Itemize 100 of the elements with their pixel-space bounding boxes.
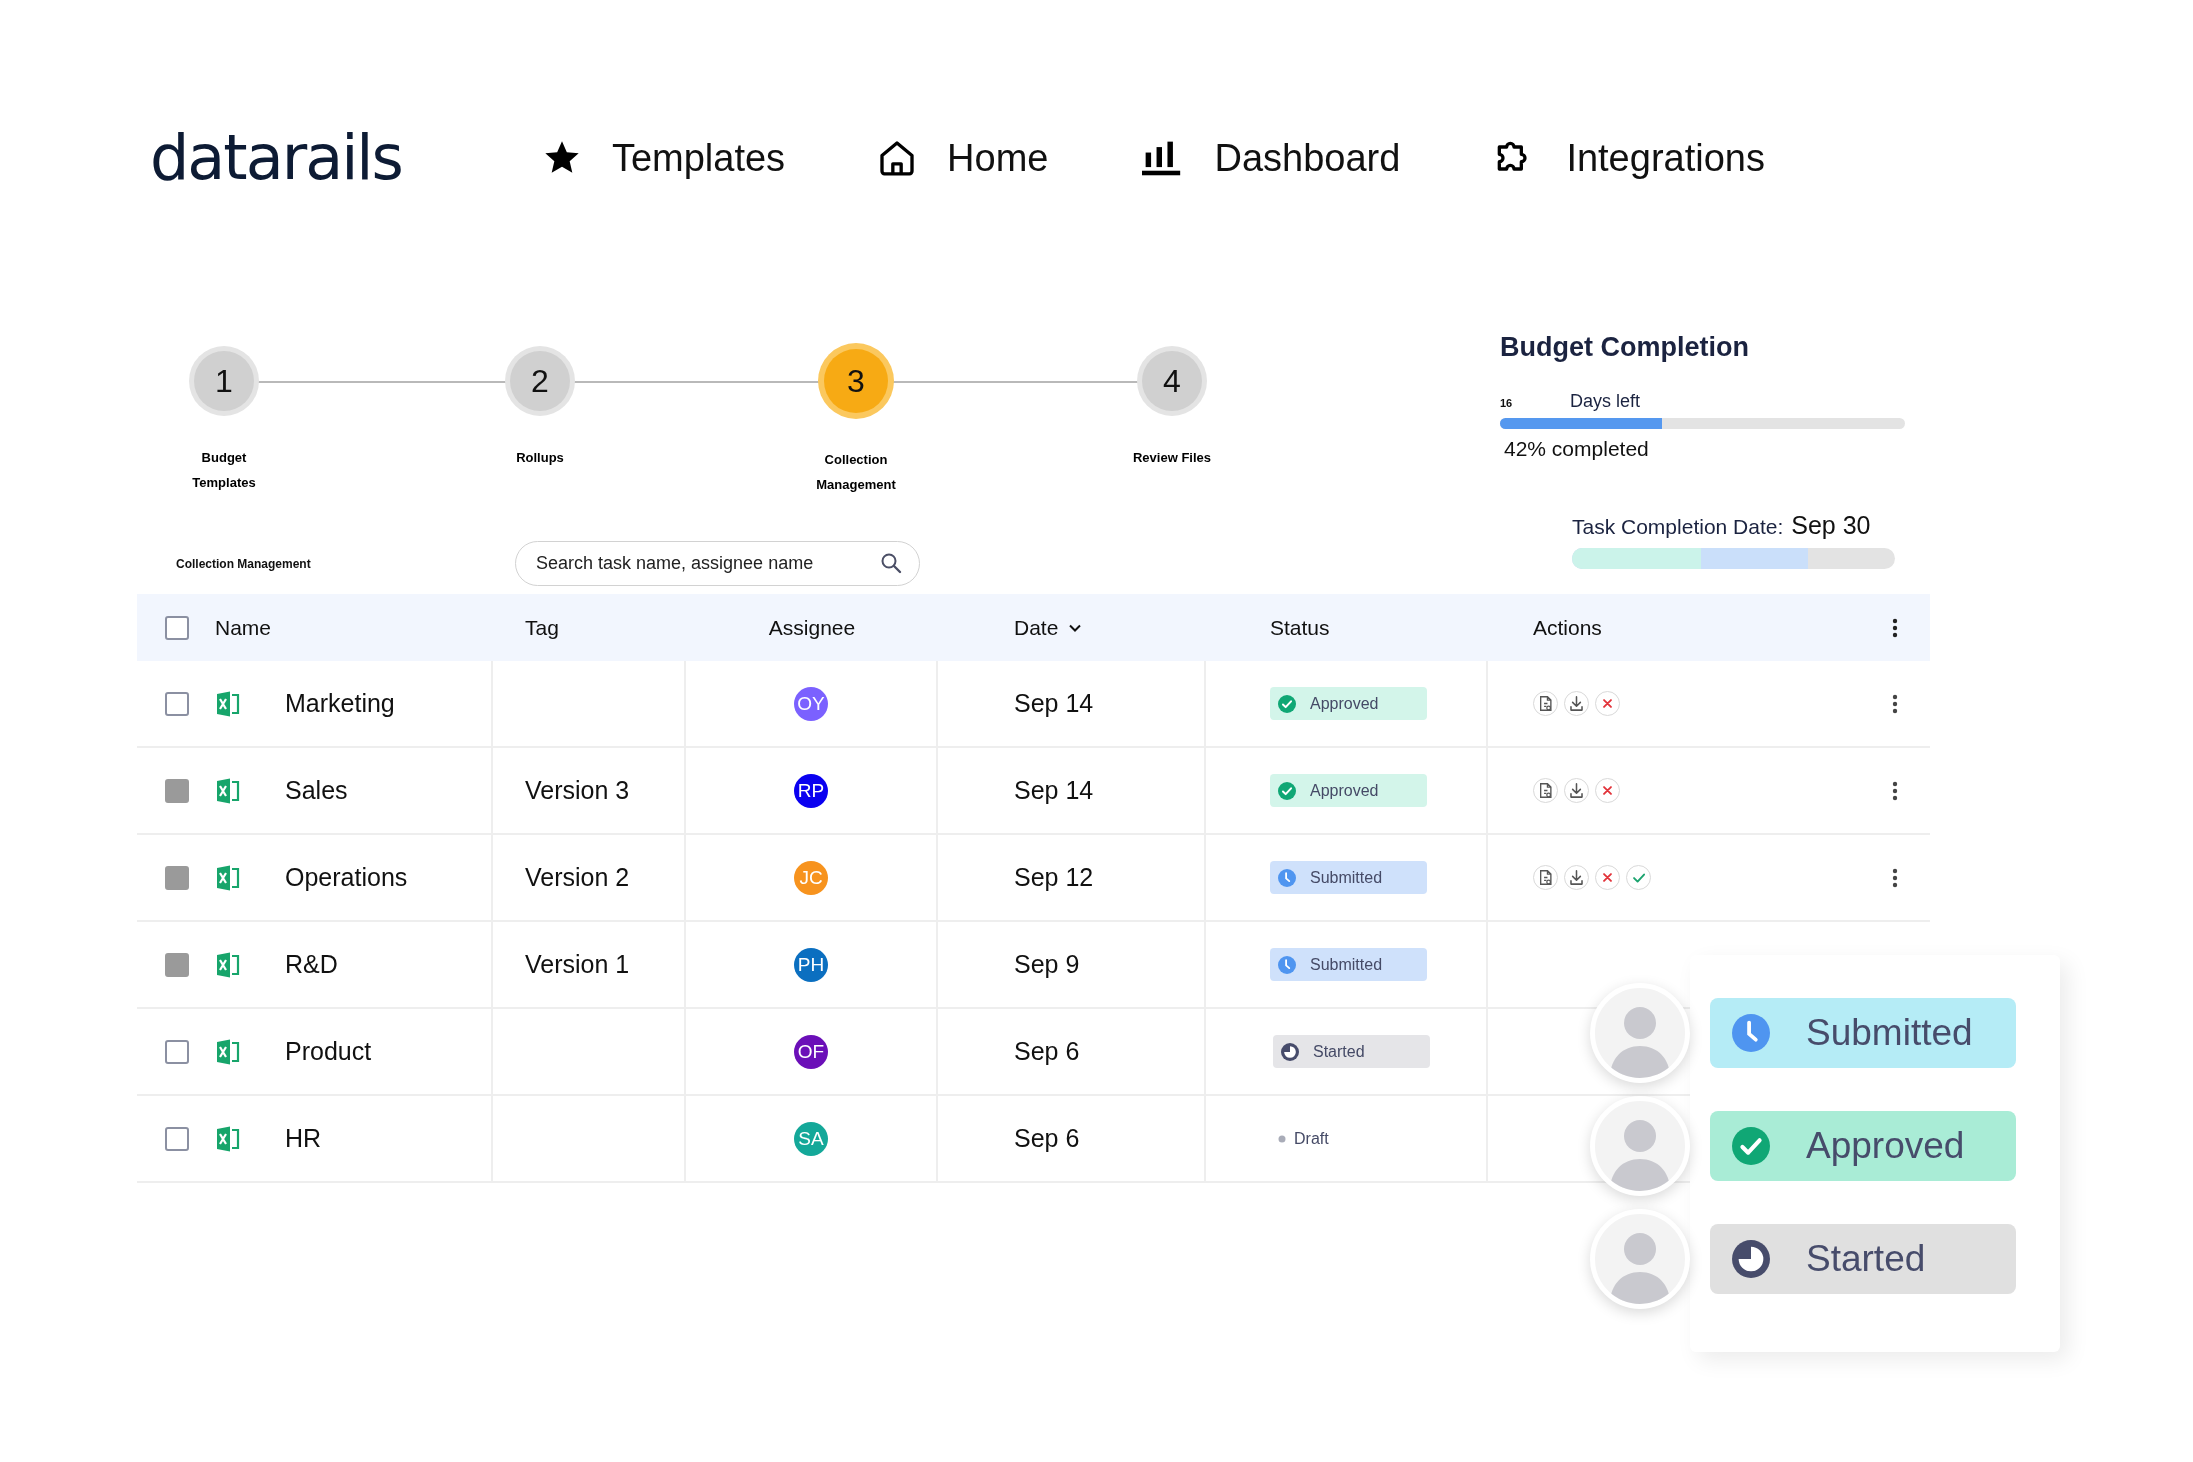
step-label: Budget Templates bbox=[191, 449, 257, 492]
preview-button[interactable] bbox=[1533, 865, 1558, 890]
nav-link[interactable]: Dashboard bbox=[1140, 136, 1401, 180]
download-icon bbox=[1570, 783, 1583, 798]
status-badge: Submitted bbox=[1270, 948, 1427, 981]
days-label: Days left bbox=[1570, 391, 1641, 412]
nav-label: Integrations bbox=[1566, 136, 1765, 180]
assignee-avatar: SA bbox=[794, 1121, 828, 1156]
date-label: Task Completion Date: bbox=[1572, 515, 1784, 539]
download-button[interactable] bbox=[1564, 865, 1589, 890]
checkbox[interactable] bbox=[165, 691, 189, 716]
close-icon bbox=[1603, 699, 1612, 708]
check-icon bbox=[1632, 872, 1645, 883]
panel-title: Budget Completion bbox=[1500, 332, 1750, 363]
check-circle-icon bbox=[1278, 781, 1296, 800]
status-badge: Started bbox=[1710, 1224, 2016, 1294]
reject-button[interactable] bbox=[1595, 778, 1620, 803]
chevron-down-icon[interactable] bbox=[1068, 622, 1083, 633]
file-name: Sales bbox=[285, 776, 348, 805]
section-title: Collection Management bbox=[176, 556, 312, 571]
status-badge: Approved bbox=[1270, 687, 1427, 720]
check-circle-icon bbox=[1732, 1127, 1770, 1165]
step-label: Review Files bbox=[1131, 449, 1212, 467]
more-button[interactable] bbox=[1892, 617, 1898, 638]
nav-link[interactable]: Integrations bbox=[1492, 136, 1765, 180]
download-button[interactable] bbox=[1564, 691, 1589, 716]
checkbox[interactable] bbox=[165, 1126, 189, 1151]
close-icon bbox=[1603, 873, 1612, 882]
status-label: Draft bbox=[1270, 1122, 1427, 1155]
nav-link[interactable]: Templates bbox=[541, 136, 786, 180]
status-badge: Submitted bbox=[1270, 861, 1427, 894]
spreadsheet-icon bbox=[215, 1037, 241, 1066]
document-icon bbox=[1539, 783, 1552, 798]
reject-button[interactable] bbox=[1595, 865, 1620, 890]
download-icon bbox=[1570, 870, 1583, 885]
tag-text: Version 1 bbox=[525, 950, 630, 979]
tag-text: Version 2 bbox=[525, 863, 630, 892]
approve-button[interactable] bbox=[1626, 865, 1651, 890]
file-name: R&D bbox=[285, 950, 338, 979]
search-field[interactable]: Search task name, assignee name bbox=[515, 541, 920, 586]
dot-icon bbox=[1278, 1134, 1286, 1143]
nav-label: Dashboard bbox=[1214, 136, 1401, 180]
progress-text: 42% completed bbox=[1504, 437, 1650, 461]
spreadsheet-icon bbox=[215, 1124, 241, 1153]
download-button[interactable] bbox=[1564, 778, 1589, 803]
column-header[interactable]: Status bbox=[1270, 615, 1330, 640]
checkbox[interactable] bbox=[165, 778, 189, 803]
status-badge: Started bbox=[1273, 1035, 1430, 1068]
date-text: Sep 14 bbox=[1014, 776, 1094, 805]
assignee-avatar: PH bbox=[794, 947, 828, 982]
spreadsheet-icon bbox=[215, 776, 241, 805]
file-name: Marketing bbox=[285, 689, 395, 718]
date-text: Sep 6 bbox=[1014, 1124, 1080, 1153]
check-circle-icon bbox=[1278, 694, 1296, 713]
pie-icon bbox=[1281, 1042, 1299, 1061]
assignee-avatar: OF bbox=[794, 1034, 828, 1069]
column-header[interactable]: Name bbox=[215, 615, 272, 640]
date-text: Sep 9 bbox=[1014, 950, 1080, 979]
document-icon bbox=[1539, 696, 1552, 711]
clock-icon bbox=[1278, 868, 1296, 887]
nav-link[interactable]: Home bbox=[877, 136, 1049, 180]
assignee-avatar: OY bbox=[794, 686, 828, 721]
column-header[interactable]: Tag bbox=[525, 615, 559, 640]
more-button[interactable] bbox=[1892, 867, 1898, 888]
close-icon bbox=[1603, 786, 1612, 795]
column-header[interactable]: Date bbox=[1014, 615, 1059, 640]
tag-text: Version 3 bbox=[525, 776, 630, 805]
date-text: Sep 6 bbox=[1014, 1037, 1080, 1066]
checkbox[interactable] bbox=[165, 865, 189, 890]
nav-label: Home bbox=[947, 136, 1049, 180]
column-header[interactable]: Actions bbox=[1533, 615, 1602, 640]
download-icon bbox=[1570, 696, 1583, 711]
assignee-avatar: JC bbox=[794, 860, 828, 895]
date-text: Sep 14 bbox=[1014, 689, 1094, 718]
date-value: Sep 30 bbox=[1791, 511, 1871, 540]
file-name: Product bbox=[285, 1037, 372, 1066]
preview-button[interactable] bbox=[1533, 691, 1558, 716]
preview-button[interactable] bbox=[1533, 778, 1558, 803]
status-badge: Approved bbox=[1270, 774, 1427, 807]
days-count: 16 bbox=[1500, 397, 1514, 409]
date-text: Sep 12 bbox=[1014, 863, 1094, 892]
column-header[interactable]: Assignee bbox=[768, 615, 856, 640]
checkbox[interactable] bbox=[165, 1039, 189, 1064]
more-button[interactable] bbox=[1892, 693, 1898, 714]
checkbox[interactable] bbox=[165, 952, 189, 977]
file-name: HR bbox=[285, 1124, 322, 1153]
assignee-avatar: RP bbox=[794, 773, 828, 808]
spreadsheet-icon bbox=[215, 950, 241, 979]
nav-label: Templates bbox=[611, 136, 786, 180]
more-button[interactable] bbox=[1892, 780, 1898, 801]
clock-icon bbox=[1732, 1014, 1770, 1052]
checkbox[interactable] bbox=[165, 615, 189, 640]
logo: datarails bbox=[150, 127, 402, 189]
spreadsheet-icon bbox=[215, 863, 241, 892]
reject-button[interactable] bbox=[1595, 691, 1620, 716]
document-icon bbox=[1539, 870, 1552, 885]
status-badge: Approved bbox=[1710, 1111, 2016, 1181]
step-label: Rollups bbox=[515, 449, 565, 467]
search-icon bbox=[880, 552, 902, 574]
file-name: Operations bbox=[285, 863, 408, 892]
